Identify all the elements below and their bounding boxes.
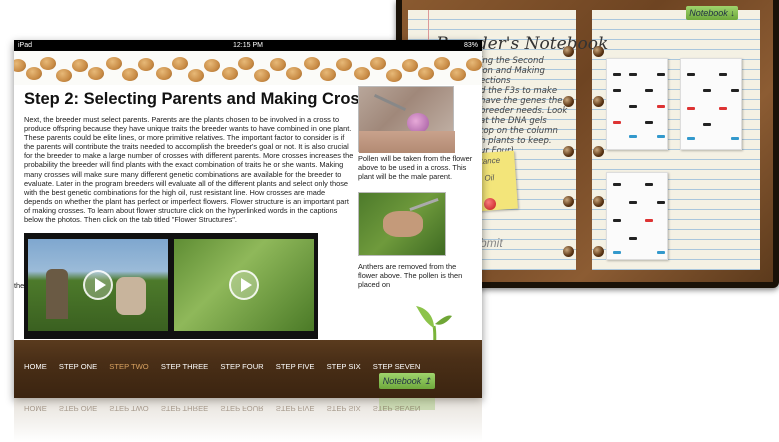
nav-step-seven[interactable]: STEP SEVEN bbox=[373, 362, 421, 371]
ring-icon bbox=[593, 146, 604, 157]
ring-icon bbox=[563, 96, 574, 107]
anther-removal-photo bbox=[358, 192, 446, 256]
reflection: HOME STEP ONE STEP TWO STEP THREE STEP F… bbox=[14, 398, 482, 442]
note-line: d the F3s to make bbox=[480, 86, 558, 96]
reflection-label: STEP FIVE bbox=[275, 404, 315, 413]
note-line: have the genes the bbox=[480, 96, 563, 106]
notebook-tab-label: Notebook bbox=[689, 8, 728, 18]
dna-gel-image[interactable] bbox=[680, 58, 742, 150]
pollen-flower-photo bbox=[358, 86, 455, 153]
reflection-label: STEP SIX bbox=[326, 404, 361, 413]
ring-icon bbox=[563, 196, 574, 207]
partial-text: the bbox=[14, 281, 25, 290]
nav-step-two[interactable]: STEP TWO bbox=[109, 362, 148, 371]
page-title: Step 2: Selecting Parents and Making Cro… bbox=[24, 90, 388, 108]
reflection-label: STEP SEVEN bbox=[372, 404, 421, 413]
battery-indicator: 83% bbox=[463, 42, 478, 49]
note-line: ion and Making bbox=[480, 66, 545, 76]
anther-caption: Anthers are removed from the flower abov… bbox=[358, 262, 463, 290]
note-line: top on the column bbox=[480, 126, 558, 136]
nav-step-five[interactable]: STEP FIVE bbox=[276, 362, 315, 371]
note-line: breeder needs. Look bbox=[480, 106, 568, 116]
ring-icon bbox=[563, 146, 574, 157]
ring-icon bbox=[593, 196, 604, 207]
reflection-nav: HOME STEP ONE STEP TWO STEP THREE STEP F… bbox=[24, 404, 430, 413]
app-screen: iPad 12:15 PM 83% Step 2: Selecting Pare… bbox=[14, 40, 482, 398]
nav-step-six[interactable]: STEP SIX bbox=[327, 362, 361, 371]
reflection-label: HOME bbox=[24, 404, 47, 413]
step-navigation: HOME STEP ONE STEP TWO STEP THREE STEP F… bbox=[24, 362, 430, 371]
nav-step-one[interactable]: STEP ONE bbox=[59, 362, 97, 371]
nav-home[interactable]: HOME bbox=[24, 362, 47, 371]
ring-icon bbox=[593, 46, 604, 57]
submit-button[interactable]: bmit bbox=[480, 236, 503, 250]
reflection-label: STEP FOUR bbox=[220, 404, 264, 413]
play-icon[interactable] bbox=[229, 270, 259, 300]
note-line: h plants to keep. bbox=[480, 136, 552, 146]
play-icon[interactable] bbox=[83, 270, 113, 300]
video-strip bbox=[24, 233, 318, 339]
soybean-banner bbox=[14, 51, 482, 85]
sticky-line: h Oil bbox=[477, 173, 495, 184]
ring-icon bbox=[593, 96, 604, 107]
notebook-notes: ing the Second ion and Making ections d … bbox=[480, 56, 567, 156]
body-paragraph: Next, the breeder must select parents. P… bbox=[24, 115, 354, 225]
clock: 12:15 PM bbox=[233, 42, 263, 49]
notebook-tab[interactable]: Notebook ↥ bbox=[379, 373, 435, 389]
note-line: ing the Second bbox=[480, 56, 544, 66]
note-line: ections bbox=[480, 76, 511, 86]
reflection-label: STEP ONE bbox=[58, 404, 98, 413]
video-thumbnail-2[interactable] bbox=[174, 239, 314, 331]
ring-icon bbox=[593, 246, 604, 257]
ring-icon bbox=[563, 246, 574, 257]
pushpin-icon bbox=[484, 198, 496, 210]
nav-step-four[interactable]: STEP FOUR bbox=[220, 362, 263, 371]
note-line: at the DNA gels bbox=[480, 116, 547, 126]
status-bar: iPad 12:15 PM 83% bbox=[14, 40, 482, 51]
dna-gel-image[interactable] bbox=[606, 172, 668, 260]
nav-step-three[interactable]: STEP THREE bbox=[161, 362, 208, 371]
pollen-caption: Pollen will be taken from the flower abo… bbox=[358, 154, 473, 182]
ring-icon bbox=[563, 46, 574, 57]
dna-gel-image[interactable] bbox=[606, 58, 668, 150]
reflection-label: STEP TWO bbox=[109, 404, 149, 413]
notebook-tab-label: Notebook bbox=[382, 376, 422, 386]
video-thumbnail-1[interactable] bbox=[28, 239, 168, 331]
notebook-tab-back[interactable]: Notebook ↓ bbox=[686, 6, 738, 20]
reflection-label: STEP THREE bbox=[160, 404, 209, 413]
